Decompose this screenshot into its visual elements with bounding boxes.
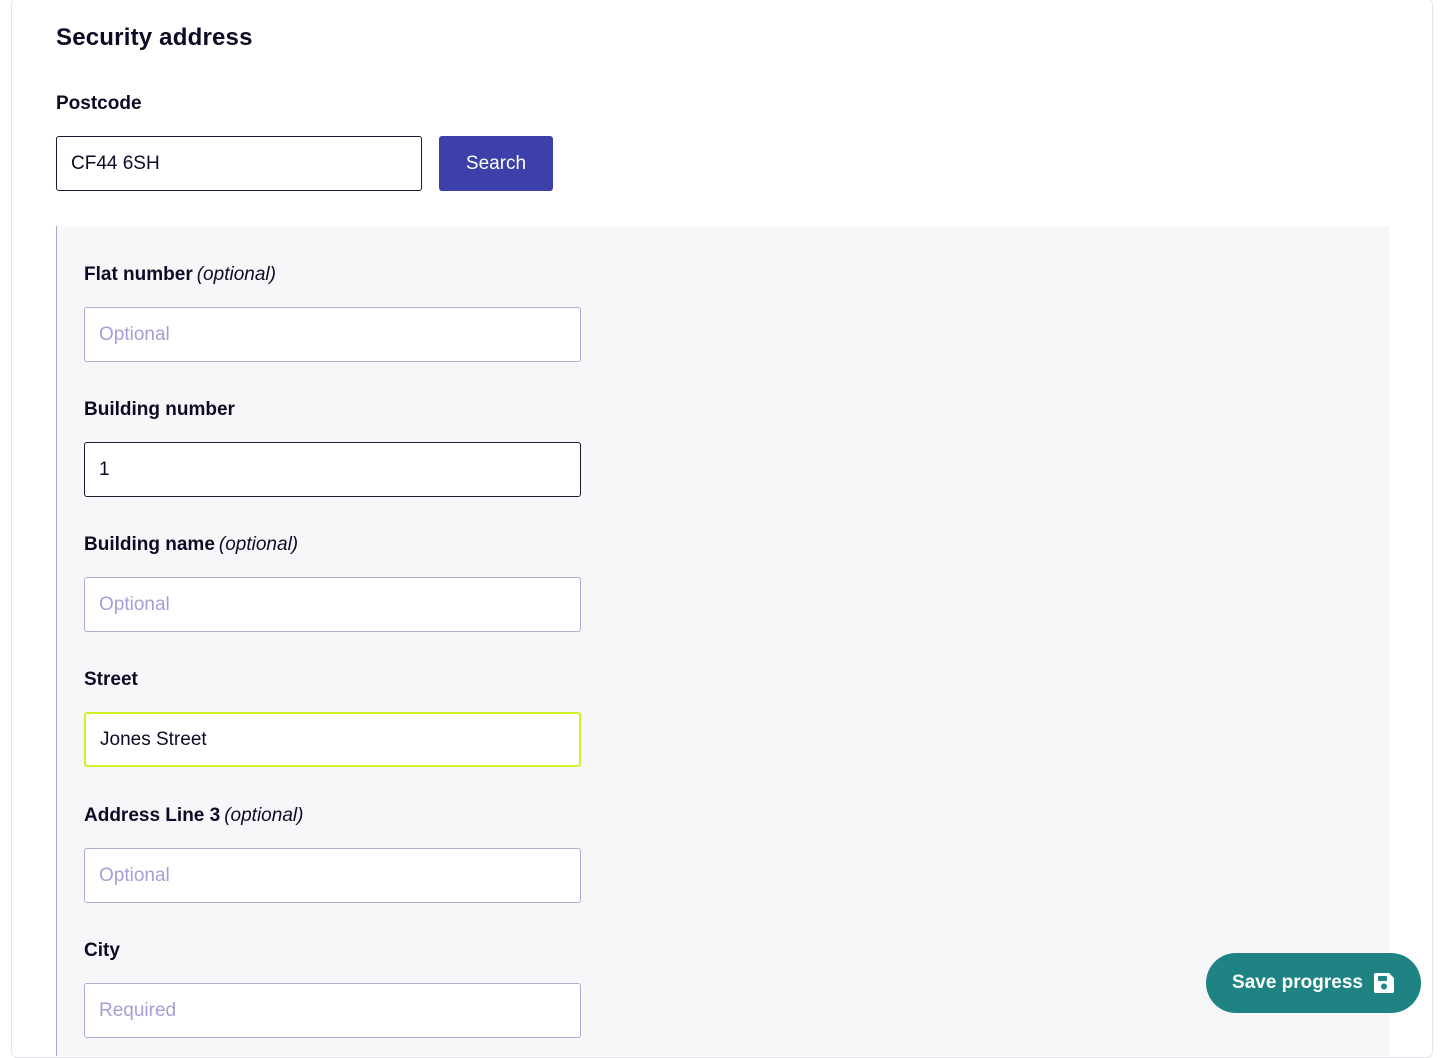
address-line-3-label-text: Address Line 3 bbox=[84, 805, 221, 826]
flat-number-label-text: Flat number bbox=[84, 264, 193, 285]
building-name-label-text: Building name bbox=[84, 534, 215, 555]
floppy-disk-icon bbox=[1373, 972, 1395, 994]
address-line-3-input[interactable] bbox=[84, 848, 581, 903]
postcode-input[interactable] bbox=[56, 136, 422, 191]
building-name-input[interactable] bbox=[84, 577, 581, 632]
section-title: Security address bbox=[56, 24, 253, 51]
building-number-label: Building number bbox=[84, 399, 235, 420]
address-line-3-label: Address Line 3 (optional) bbox=[84, 805, 303, 827]
city-input[interactable] bbox=[84, 983, 581, 1038]
save-progress-button[interactable]: Save progress bbox=[1206, 953, 1421, 1013]
building-name-label: Building name (optional) bbox=[84, 534, 298, 556]
flat-number-label: Flat number (optional) bbox=[84, 264, 276, 286]
building-number-input[interactable] bbox=[84, 442, 581, 497]
optional-hint: (optional) bbox=[224, 805, 304, 826]
flat-number-input[interactable] bbox=[84, 307, 581, 362]
save-progress-label: Save progress bbox=[1232, 972, 1363, 993]
street-input[interactable] bbox=[84, 712, 581, 767]
optional-hint: (optional) bbox=[218, 534, 299, 555]
city-label: City bbox=[84, 940, 120, 961]
optional-hint: (optional) bbox=[196, 264, 276, 285]
street-label: Street bbox=[84, 669, 138, 690]
postcode-label: Postcode bbox=[56, 93, 142, 114]
search-button[interactable]: Search bbox=[439, 136, 553, 191]
